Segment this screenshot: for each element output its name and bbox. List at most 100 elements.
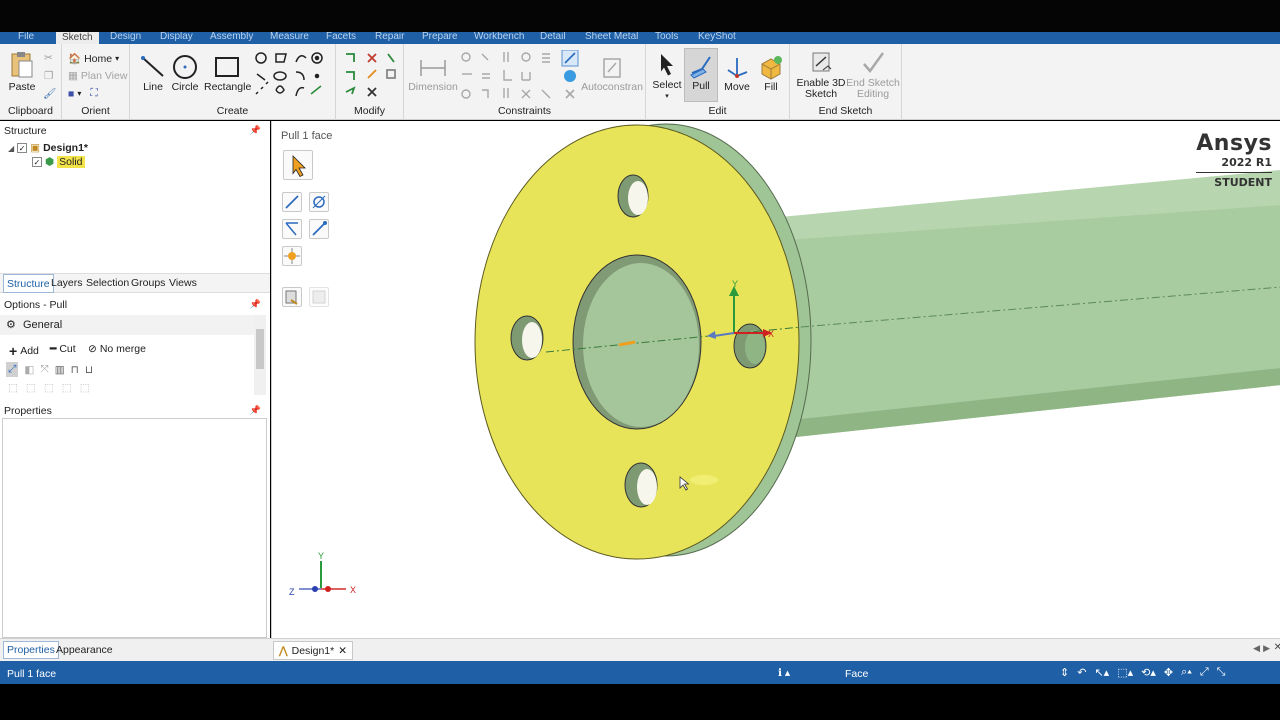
tab-layers[interactable]: Layers bbox=[51, 277, 83, 289]
design-label: Design1* bbox=[43, 142, 89, 154]
scroll-left-icon[interactable]: ◀ bbox=[1253, 643, 1260, 654]
tab-properties[interactable]: Properties bbox=[3, 641, 59, 659]
tab-design[interactable]: Design bbox=[110, 32, 141, 42]
rotate-icon[interactable]: ⟲▴ bbox=[1141, 666, 1156, 679]
no-merge-option[interactable]: ⊘ No merge bbox=[88, 343, 146, 355]
up-to-icon[interactable]: ⬚ bbox=[44, 382, 54, 394]
plan-view-button[interactable]: ▦ Plan View bbox=[68, 70, 127, 82]
collapse-triangle-icon[interactable]: ◢ bbox=[8, 144, 14, 153]
pivot-icon[interactable]: ⊔ bbox=[85, 364, 93, 376]
general-header[interactable]: ⚙ General bbox=[0, 315, 254, 335]
scroll-right-icon[interactable]: ▶ bbox=[1263, 643, 1270, 654]
format-painter-icon[interactable]: 🖌 bbox=[43, 87, 56, 100]
constraint-tools-grid[interactable] bbox=[460, 50, 582, 102]
add-option[interactable]: + Add bbox=[9, 343, 39, 359]
dimension-button[interactable]: Dimension bbox=[408, 56, 458, 93]
spin-icon[interactable]: ⇕ bbox=[1060, 666, 1069, 679]
circle-button[interactable]: Circle bbox=[170, 54, 200, 93]
offset-icon[interactable]: ⬚ bbox=[62, 382, 72, 394]
rectangle-icon bbox=[215, 57, 239, 77]
tab-views[interactable]: Views bbox=[169, 277, 197, 289]
tab-keyshot[interactable]: KeyShot bbox=[698, 32, 736, 42]
tab-detail[interactable]: Detail bbox=[540, 32, 566, 42]
draft-icon[interactable]: ▥ bbox=[55, 364, 65, 376]
rectangle-button[interactable]: Rectangle bbox=[204, 54, 251, 93]
copy-icon[interactable]: ❐ bbox=[44, 70, 53, 82]
select-mode-icon[interactable]: ↖▴ bbox=[1094, 666, 1109, 679]
view-cube-button[interactable]: ■ ▾ ⛶ bbox=[68, 87, 98, 100]
pin-icon[interactable]: 📌 bbox=[250, 405, 261, 416]
tab-repair[interactable]: Repair bbox=[375, 32, 404, 42]
pull-direction-icon[interactable]: ⤢ bbox=[6, 362, 19, 377]
undo-view-icon[interactable]: ↶ bbox=[1077, 666, 1086, 679]
selection-filter[interactable]: Face bbox=[845, 668, 868, 680]
axis-triad[interactable]: Y X Z bbox=[284, 551, 364, 601]
close-all-icon[interactable]: ✕ bbox=[1274, 642, 1280, 653]
tab-structure[interactable]: Structure bbox=[3, 274, 54, 293]
enable-3d-sketch-button[interactable]: Enable 3D Sketch bbox=[794, 50, 848, 100]
both-sides-icon[interactable]: ⬚ bbox=[26, 382, 36, 394]
pan-icon[interactable]: ✥ bbox=[1164, 666, 1173, 679]
fill-status-icon[interactable]: ⤡ bbox=[1217, 666, 1226, 679]
tree-item-design[interactable]: ◢ ✓ ▣ Design1* bbox=[8, 142, 88, 154]
tab-tools[interactable]: Tools bbox=[655, 32, 678, 42]
cursor-highlight bbox=[690, 475, 718, 485]
tab-facets[interactable]: Facets bbox=[326, 32, 356, 42]
tab-assembly[interactable]: Assembly bbox=[210, 32, 253, 42]
general-label: General bbox=[23, 319, 63, 331]
move-button[interactable]: Move bbox=[720, 54, 754, 93]
tab-sheet-metal[interactable]: Sheet Metal bbox=[585, 32, 638, 42]
tab-selection[interactable]: Selection bbox=[86, 277, 129, 289]
zoom-icon[interactable]: ⌕▴ bbox=[1181, 666, 1192, 679]
pin-icon[interactable]: 📌 bbox=[250, 299, 261, 310]
3d-viewport[interactable]: Pull 1 face Y X Y X Z Ansys 2022 R1 STUD… bbox=[271, 121, 1280, 638]
info-icon[interactable]: ℹ ▴ bbox=[778, 667, 790, 679]
center-bore[interactable] bbox=[583, 263, 699, 427]
chevron-down-icon: ▾ bbox=[115, 54, 120, 63]
select-button[interactable]: Select ▾ bbox=[650, 52, 684, 102]
move-icon bbox=[727, 58, 748, 78]
tab-measure[interactable]: Measure bbox=[270, 32, 309, 42]
tab-appearance[interactable]: Appearance bbox=[56, 644, 113, 656]
tab-groups[interactable]: Groups bbox=[131, 277, 165, 289]
sweep-icon[interactable]: ⤧ bbox=[40, 363, 48, 376]
end-sketch-editing-button[interactable]: End Sketch Editing bbox=[846, 50, 900, 100]
autoconstrain-button[interactable]: Autoconstran bbox=[580, 56, 644, 93]
cut-option[interactable]: ━ Cut bbox=[50, 343, 76, 355]
circle-label: Circle bbox=[171, 81, 199, 93]
visibility-checkbox[interactable]: ✓ bbox=[32, 157, 42, 167]
fill-button[interactable]: Fill bbox=[754, 54, 788, 93]
pull-status-icon[interactable]: ⤢ bbox=[1200, 666, 1209, 679]
visibility-checkbox[interactable]: ✓ bbox=[17, 143, 28, 153]
tab-prepare[interactable]: Prepare bbox=[422, 32, 458, 42]
tree-item-solid[interactable]: ✓ ⬢ Solid bbox=[32, 156, 85, 168]
extrude-icon[interactable]: ⬚ bbox=[8, 382, 18, 394]
paste-button[interactable]: Paste bbox=[6, 50, 38, 93]
thicken-icon[interactable]: ⬚ bbox=[80, 382, 90, 394]
options-scrollbar[interactable] bbox=[254, 315, 266, 395]
document-tab[interactable]: ⋀ Design1* ✕ bbox=[273, 641, 354, 660]
constraints-group: Dimension Autoconstran Constraints bbox=[404, 44, 646, 120]
tab-sketch[interactable]: Sketch bbox=[56, 32, 99, 44]
tab-display[interactable]: Display bbox=[160, 32, 193, 42]
sketch-tools-grid[interactable] bbox=[254, 50, 334, 102]
tab-workbench[interactable]: Workbench bbox=[474, 32, 524, 42]
blend-icon[interactable]: ⊓ bbox=[71, 364, 79, 376]
home-button[interactable]: 🏠 Home ▾ bbox=[68, 52, 120, 66]
modify-tools-grid[interactable] bbox=[342, 50, 400, 102]
revolve-icon[interactable]: ◧ bbox=[24, 364, 34, 376]
tab-file[interactable]: File bbox=[18, 32, 34, 42]
box-select-icon[interactable]: ⬚▴ bbox=[1117, 666, 1133, 679]
scrollbar-thumb[interactable] bbox=[256, 329, 264, 369]
end-sketch-group: Enable 3D Sketch End Sketch Editing End … bbox=[790, 44, 902, 120]
chevron-down-icon: ▾ bbox=[665, 93, 669, 100]
close-icon[interactable]: ✕ bbox=[338, 645, 347, 657]
home-label: Home bbox=[84, 52, 113, 65]
left-panel: Structure 📌 ◢ ✓ ▣ Design1* ✓ ⬢ Solid Str… bbox=[0, 121, 270, 661]
document-tab-label: Design1* bbox=[291, 644, 335, 657]
pin-icon[interactable]: 📌 bbox=[250, 125, 261, 136]
flange-model[interactable]: Y X bbox=[272, 121, 1280, 638]
cut-icon[interactable]: ✂ bbox=[44, 52, 53, 64]
line-button[interactable]: Line bbox=[138, 54, 168, 93]
pull-button[interactable]: Pull bbox=[684, 48, 718, 102]
